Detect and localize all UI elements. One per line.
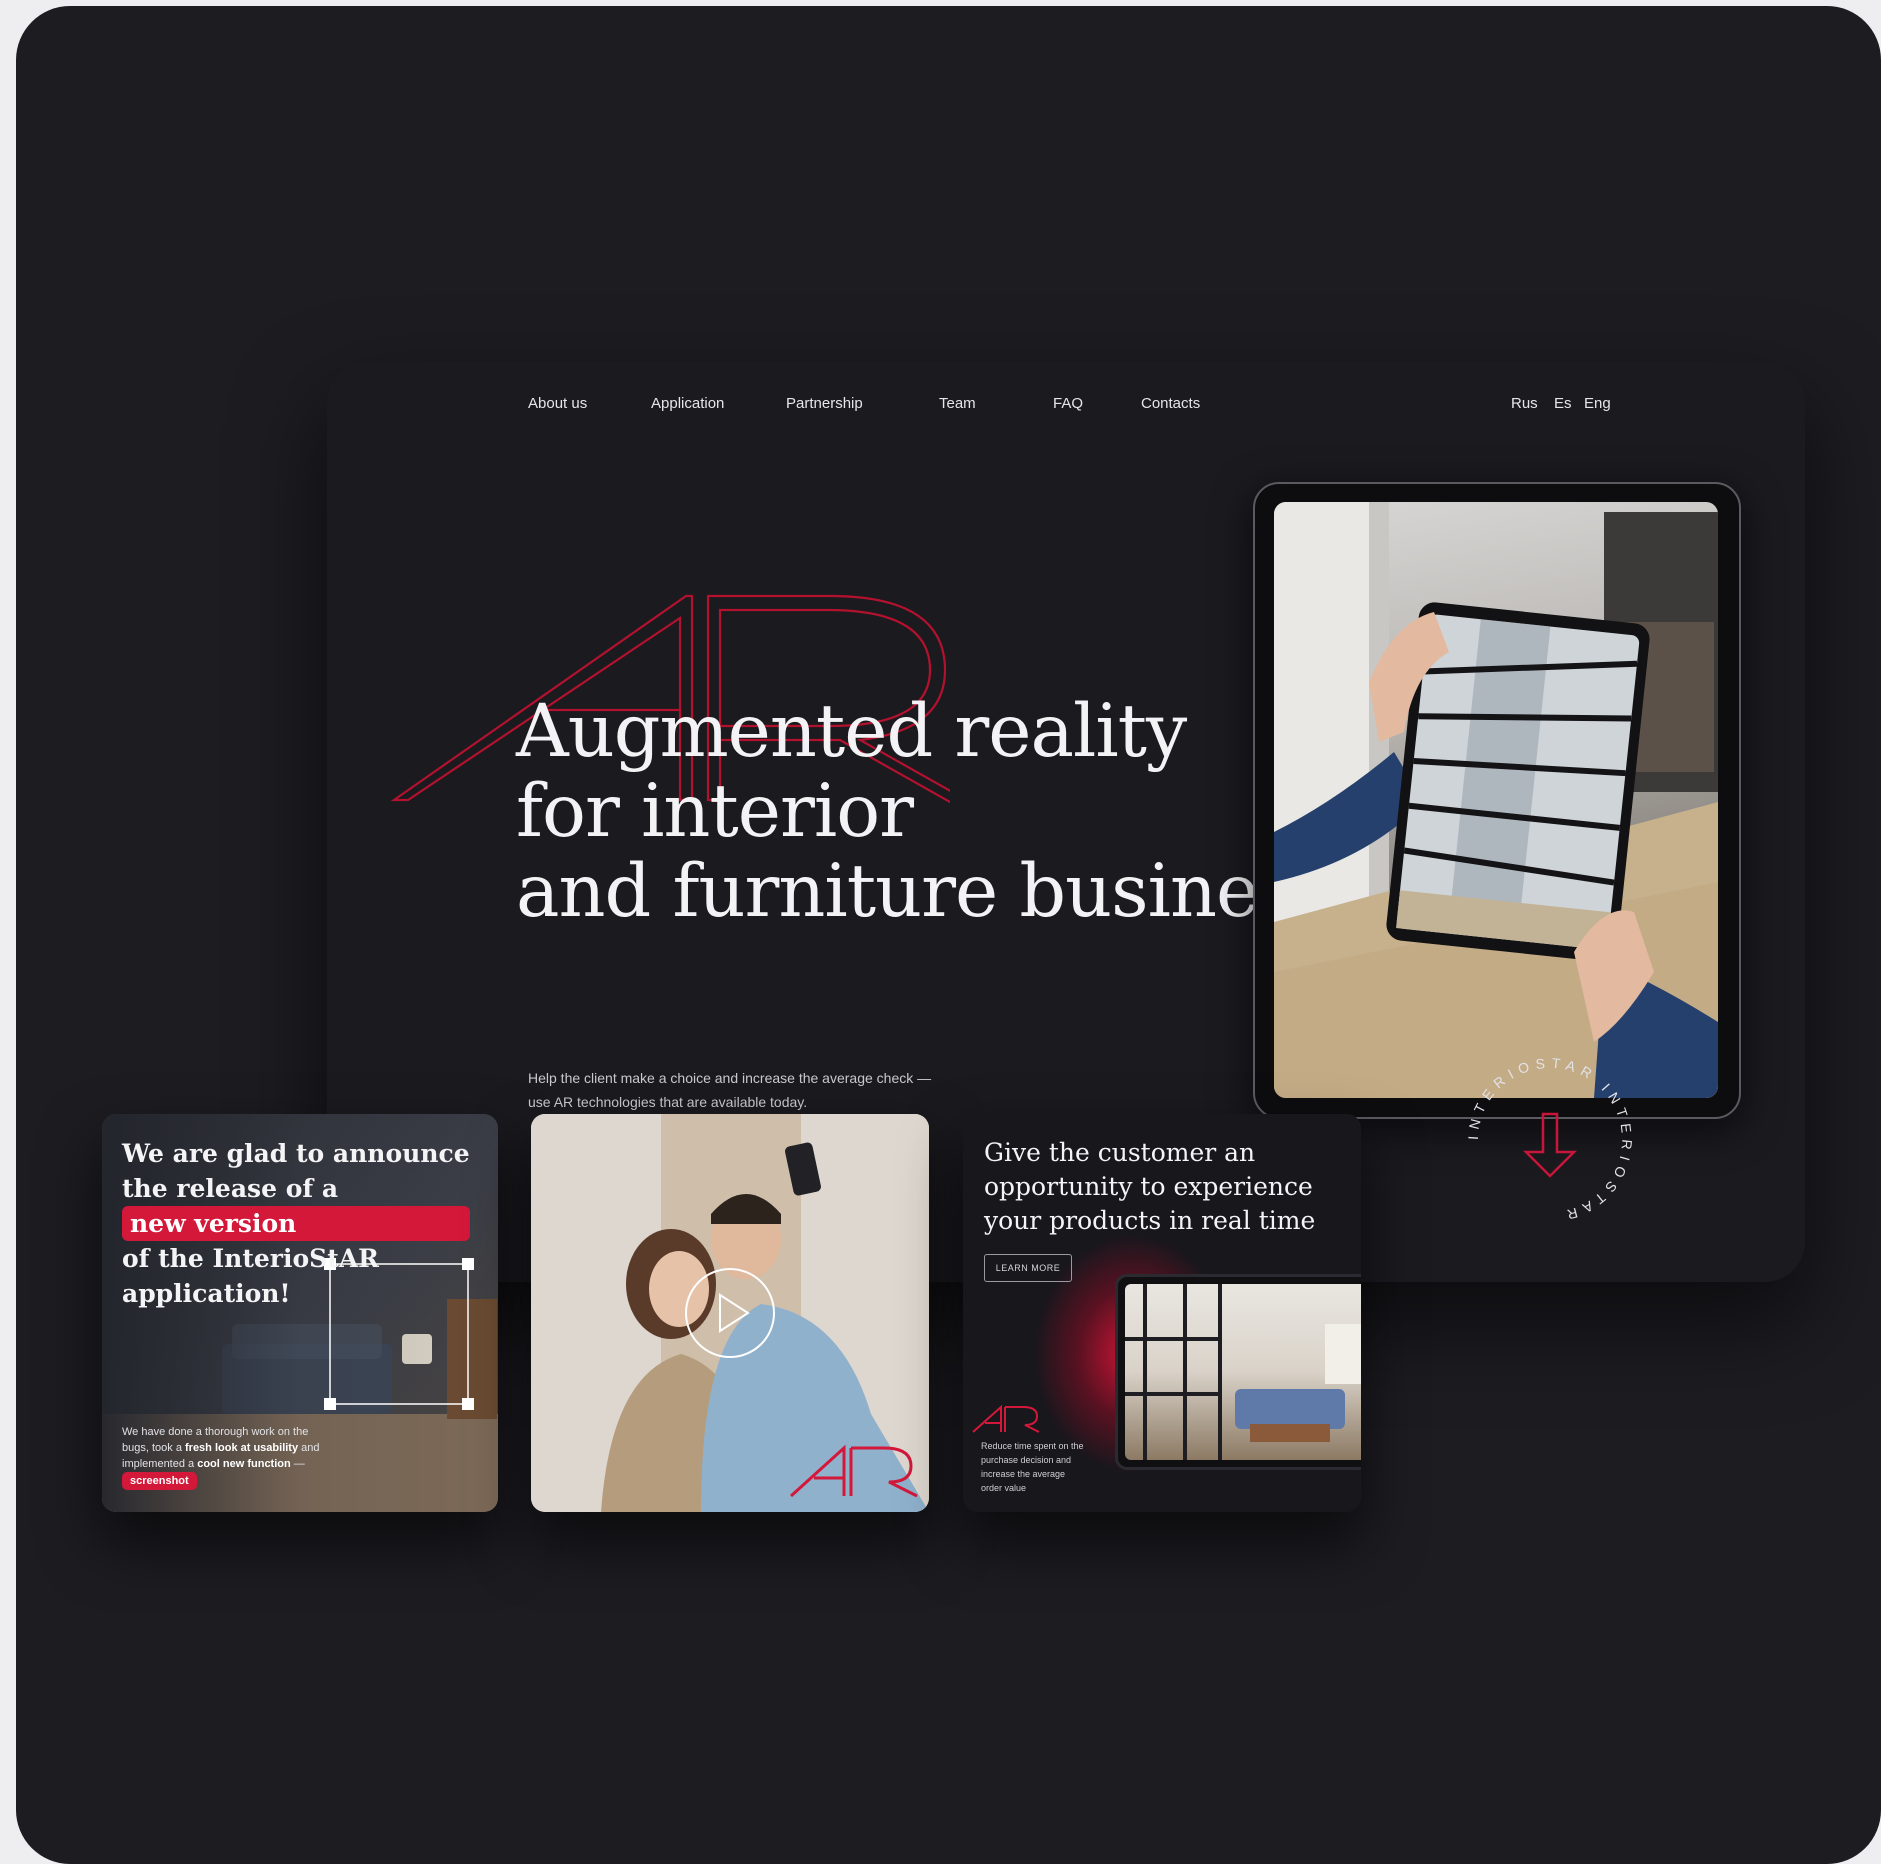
headline-line-3: and furniture business: [516, 849, 1332, 934]
announcement-title-line-2: the release of a: [122, 1174, 339, 1203]
lang-es[interactable]: Es: [1554, 395, 1572, 412]
play-icon[interactable]: [682, 1265, 778, 1361]
top-nav: About us Application Partnership Team FA…: [0, 395, 1881, 415]
ar-small-logo: [972, 1404, 1040, 1433]
body-text: bugs, took a: [122, 1442, 185, 1454]
ar-logo: [789, 1444, 918, 1498]
body-text: implemented a: [122, 1458, 198, 1470]
announcement-title-line-4: application!: [122, 1279, 291, 1308]
subtext-line-2: use AR technologies that are available t…: [528, 1094, 808, 1110]
note-line-1: Reduce time spent on the: [981, 1441, 1084, 1451]
hero-headline: Augmented reality for interior and furni…: [516, 689, 1332, 934]
experience-title-line-1: Give the customer an: [984, 1138, 1256, 1167]
learn-more-button[interactable]: LEARN MORE: [984, 1254, 1072, 1282]
screenshot-tag: screenshot: [122, 1472, 197, 1490]
interiostar-badge[interactable]: INTERIOSTAR INTERIOSTAR: [1450, 1040, 1650, 1240]
nav-faq[interactable]: FAQ: [1053, 395, 1083, 412]
video-card[interactable]: [531, 1114, 929, 1512]
nav-about-us[interactable]: About us: [528, 395, 587, 412]
nav-team[interactable]: Team: [939, 395, 976, 412]
lang-eng[interactable]: Eng: [1584, 395, 1611, 412]
experience-note: Reduce time spent on the purchase decisi…: [981, 1439, 1111, 1495]
headline-line-1: Augmented reality: [516, 689, 1187, 774]
mini-tablet: [1115, 1274, 1361, 1470]
living-room-photo: [1125, 1284, 1361, 1460]
hero-subtext: Help the client make a choice and increa…: [528, 1066, 1048, 1114]
new-version-highlight: new version: [122, 1206, 470, 1241]
body-bold-usability: fresh look at usability: [185, 1442, 299, 1454]
hero-tablet: [1253, 482, 1741, 1119]
arrow-down-icon: [1522, 1112, 1578, 1178]
announcement-body-line-1: We have done a thorough work on the: [122, 1426, 309, 1438]
experience-title-line-2: opportunity to experience: [984, 1172, 1313, 1201]
body-bold-function: cool new function: [197, 1458, 291, 1470]
ar-demo-photo: [1274, 502, 1718, 1098]
nav-partnership[interactable]: Partnership: [786, 395, 863, 412]
subtext-line-1: Help the client make a choice and increa…: [528, 1070, 932, 1086]
experience-title: Give the customer an opportunity to expe…: [984, 1136, 1315, 1238]
note-line-4: order value: [981, 1483, 1027, 1493]
body-text: and: [298, 1442, 320, 1454]
experience-title-line-3: your products in real time: [984, 1206, 1316, 1235]
announcement-title-line-3: of the InterioStAR: [122, 1244, 379, 1273]
note-line-3: increase the average: [981, 1469, 1066, 1479]
nav-application[interactable]: Application: [651, 395, 724, 412]
headline-line-2: for interior: [516, 769, 914, 854]
note-line-2: purchase decision and: [981, 1455, 1072, 1465]
nav-contacts[interactable]: Contacts: [1141, 395, 1200, 412]
announcement-body: We have done a thorough work on the bugs…: [122, 1424, 382, 1490]
experience-card[interactable]: Give the customer an opportunity to expe…: [963, 1114, 1361, 1512]
body-text: —: [290, 1458, 305, 1470]
ar-demo-illustration: [1274, 502, 1718, 1098]
badge-ring-text: INTERIOSTAR INTERIOSTAR: [1465, 1055, 1636, 1225]
announcement-title: We are glad to announce the release of a…: [122, 1136, 470, 1311]
announcement-card[interactable]: We are glad to announce the release of a…: [102, 1114, 498, 1512]
announcement-title-line-1: We are glad to announce: [122, 1139, 470, 1168]
lang-rus[interactable]: Rus: [1511, 395, 1538, 412]
living-room-illustration: [1125, 1284, 1361, 1460]
